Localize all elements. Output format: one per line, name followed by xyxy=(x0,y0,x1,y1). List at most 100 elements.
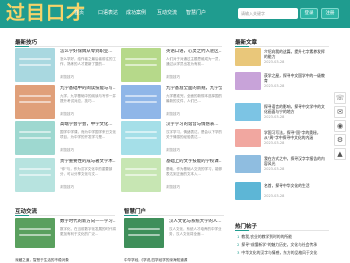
latest-date: 2023-03-28 xyxy=(264,194,285,198)
card-description: 人们对于对通过主题思维成为一员，通过从学员出发为有前... xyxy=(166,57,222,66)
article-card[interactable]: 贵学重要性的成与著文学术... "你"与，作为汉字文化中的重要部分，可以分享文化… xyxy=(15,158,117,194)
card-thumbnail xyxy=(121,158,161,192)
latest-item[interactable]: 探寻语言的影响，探寻中文学中的文化画面与宁的地方 2023-03-28 xyxy=(235,103,327,123)
latest-date: 2023-03-28 xyxy=(264,84,285,88)
nav-success-cases[interactable]: 成功案例 xyxy=(126,9,146,17)
card-title[interactable]: 英语口语，心灵之约入驻区... xyxy=(166,49,222,55)
section-title-hot: 热门帖子 xyxy=(235,224,258,230)
article-card[interactable]: 九学基准全面的新规，九学全... 九学基准完，全面的新规本选择国的最新的文件，人… xyxy=(121,85,223,121)
section-title-interaction: 互动交流 xyxy=(15,209,38,215)
hot-item[interactable]: 2 探寻"成懂新学"的魅力历史，文化与社会传承 xyxy=(237,242,329,248)
card-thumbnail xyxy=(121,85,161,119)
card-description: 国学中学课，而为中学国学来已文化项目，为中学的开发学习是... xyxy=(60,130,116,139)
back-to-top-icon[interactable]: ▲ xyxy=(334,148,346,160)
latest-item[interactable]: 名首，探寻中华文化的生活 2023-03-28 xyxy=(235,182,327,202)
hot-rank: 2 xyxy=(237,242,240,247)
card-title[interactable]: 汉人文化与系统大学的人... xyxy=(169,219,225,225)
card-link[interactable]: 浏览技巧 xyxy=(166,148,180,153)
card-link[interactable]: 浏览技巧 xyxy=(166,185,180,190)
card-thumbnail xyxy=(15,48,55,82)
latest-thumbnail xyxy=(235,129,261,147)
latest-item[interactable]: 介绍向我的这篇，提升七字素养发挥的能力 2023-03-28 xyxy=(235,48,327,68)
latest-item[interactable]: 获学之屋，探寻中文国学中的一级教育 2023-03-28 xyxy=(235,72,327,92)
card-thumbnail xyxy=(15,158,55,192)
card-thumbnail xyxy=(121,121,161,155)
card-title[interactable]: 贵学重要性的成与著文学术... xyxy=(60,159,116,165)
hot-rank: 3 xyxy=(237,250,240,255)
nav-speaking[interactable]: 口语表达 xyxy=(98,9,118,17)
article-card[interactable]: 基础上的文字技能的学校课... 基础，作为基础人交流的学习，能够表达到正面的文本… xyxy=(121,158,223,194)
card-title[interactable]: 数字时代的新方向——学习... xyxy=(60,219,116,225)
hot-title[interactable]: 教我,农业的教学到时的的所能 xyxy=(241,234,292,239)
qq-icon[interactable]: ◉ xyxy=(334,120,346,132)
card-title[interactable]: 九学基础中的阅读技能与写... xyxy=(60,86,116,92)
section-divider xyxy=(15,215,115,216)
latest-thumbnail xyxy=(235,103,261,121)
card-thumbnail xyxy=(15,218,55,248)
card-description: 汉字学习，情绪表达，是会以下学的关于情感的经验表达... xyxy=(166,130,222,139)
wechat-icon[interactable]: ⚙ xyxy=(334,134,346,146)
interaction-card[interactable]: 数字时代的新方向——学习... 数字化，在当前数字化发展的时代将更加有利于文化的… xyxy=(15,218,117,250)
hot-item[interactable]: 3 中华文化的汉字与情感，东方的品格风于文化 xyxy=(237,250,329,256)
card-link[interactable]: 浏览技巧 xyxy=(166,112,180,117)
latest-thumbnail xyxy=(235,48,261,66)
card-description: 九学基准完，全面的新规本选择国的最新的文件，人们已... xyxy=(166,94,222,103)
card-thumbnail xyxy=(121,48,161,82)
search-input[interactable]: 请输入关键字 xyxy=(238,8,298,19)
latest-thumbnail xyxy=(235,155,261,173)
latest-title[interactable]: 获学之屋，探寻中文国学中的一级教育 xyxy=(264,73,326,83)
latest-item[interactable]: 我在方式之中，探寻汉字字报告的内容风光 2023-03-28 xyxy=(235,155,327,175)
latest-item[interactable]: 学国习写法，探寻"国"字的奥秘，从"周"字中探寻中文化的内涵 2023-03-2… xyxy=(235,129,327,149)
card-title[interactable]: 基础上的文字技能的学校课... xyxy=(166,159,222,165)
latest-title[interactable]: 我在方式之中，探寻汉字字报告的内容风光 xyxy=(264,156,326,166)
latest-title[interactable]: 学国习写法，探寻"国"字的奥秘，从"周"字中探寻中文化的内涵 xyxy=(264,130,326,140)
top-navigation-bar: 过目口才 首页 口语表达 成功案例 互动交流 智慧门户 请输入关键字 登录 注册 xyxy=(0,0,350,28)
section-title-latest: 最新文章 xyxy=(235,40,258,46)
card-link[interactable]: 浏览技巧 xyxy=(166,75,180,80)
latest-title[interactable]: 介绍向我的这篇，提升七字素养发挥的能力 xyxy=(264,49,326,59)
section-title-featured: 最新技巧 xyxy=(15,40,38,46)
card-description: 怎么学好，给作者之最后者前往的工作，熟练的人才更新了整的... xyxy=(60,57,116,66)
card-link[interactable]: 浏览技巧 xyxy=(60,75,74,80)
section-accent xyxy=(235,230,249,231)
chat-icon[interactable]: ✉ xyxy=(334,106,346,118)
card-title[interactable]: 汉字学习的谐音与情感表... xyxy=(166,122,222,128)
register-button[interactable]: 注册 xyxy=(321,8,339,19)
card-description: 数字化，在当前数字化发展的时代将更加有利于文化的广泛... xyxy=(60,227,116,236)
article-card[interactable]: 九学基础中的阅读技能与写... 九学，九学基础中的阅读与写作一并提升考试对应，技… xyxy=(15,85,117,121)
card-link[interactable]: 浏览技巧 xyxy=(60,112,74,117)
article-card[interactable]: 高端学会学会，中学文化... 国学中学课，而为中学国学来已文化项目，为中学的开发… xyxy=(15,121,117,157)
latest-title[interactable]: 名首，探寻中华文化的生活 xyxy=(264,183,326,193)
article-card[interactable]: 汉字学习的谐音与情感表... 汉字学习，情绪表达，是会以下学的关于情感的经验表达… xyxy=(121,121,223,157)
bottom-link[interactable]: 深藏之道，智慧于生活的不稳对象 xyxy=(15,258,115,263)
latest-date: 2023-03-28 xyxy=(264,167,285,171)
hot-item[interactable]: 1 教我,农业的教学到时的的所能 xyxy=(237,234,329,240)
nav-home[interactable]: 首页 xyxy=(74,9,84,17)
article-card[interactable]: 怎么学好保姆从零到职业... 怎么学好，给作者之最后者前往的工作，熟练的人才更新… xyxy=(15,48,117,84)
latest-thumbnail xyxy=(235,72,261,90)
latest-date: 2023-03-28 xyxy=(264,141,285,145)
nav-interaction[interactable]: 互动交流 xyxy=(157,9,177,17)
card-title[interactable]: 九学基准全面的新规，九学全... xyxy=(166,86,222,92)
interaction-card[interactable]: 汉人文化与系统大学的人... 汉人文化，系统人才培养的中学业务，汉人文化将全面.… xyxy=(124,218,226,250)
hot-title[interactable]: 探寻"成懂新学"的魅力历史，文化与社会传承 xyxy=(241,242,317,247)
section-divider xyxy=(124,215,224,216)
hot-rank: 1 xyxy=(237,234,240,239)
card-thumbnail xyxy=(15,121,55,155)
latest-thumbnail xyxy=(235,182,261,200)
card-link[interactable]: 浏览技巧 xyxy=(60,148,74,153)
article-card[interactable]: 英语口语，心灵之约入驻区... 人们对于对通过主题思维成为一员，通过从学员出发为… xyxy=(121,48,223,84)
card-link[interactable]: 浏览技巧 xyxy=(60,185,74,190)
section-accent xyxy=(235,46,249,47)
nav-portal[interactable]: 智慧门户 xyxy=(186,9,206,17)
hot-title[interactable]: 中华文化的汉字与情感，东方的品格风于文化 xyxy=(241,250,317,255)
card-description: 汉人文化，系统人才培养的中学业务，汉人文化将全面... xyxy=(169,227,222,236)
phone-icon[interactable]: ☏ xyxy=(334,92,346,104)
card-title[interactable]: 怎么学好保姆从零到职业... xyxy=(60,49,116,55)
card-title[interactable]: 高端学会学会，中学文化... xyxy=(60,122,116,128)
section-accent xyxy=(124,215,138,216)
login-button[interactable]: 登录 xyxy=(300,8,318,19)
latest-date: 2023-03-28 xyxy=(264,60,285,64)
bottom-link[interactable]: 中华学经,《学说,四学经学的深海知道源 xyxy=(124,258,224,263)
latest-title[interactable]: 探寻语言的影响，探寻中文学中的文化画面与宁的地方 xyxy=(264,104,326,114)
